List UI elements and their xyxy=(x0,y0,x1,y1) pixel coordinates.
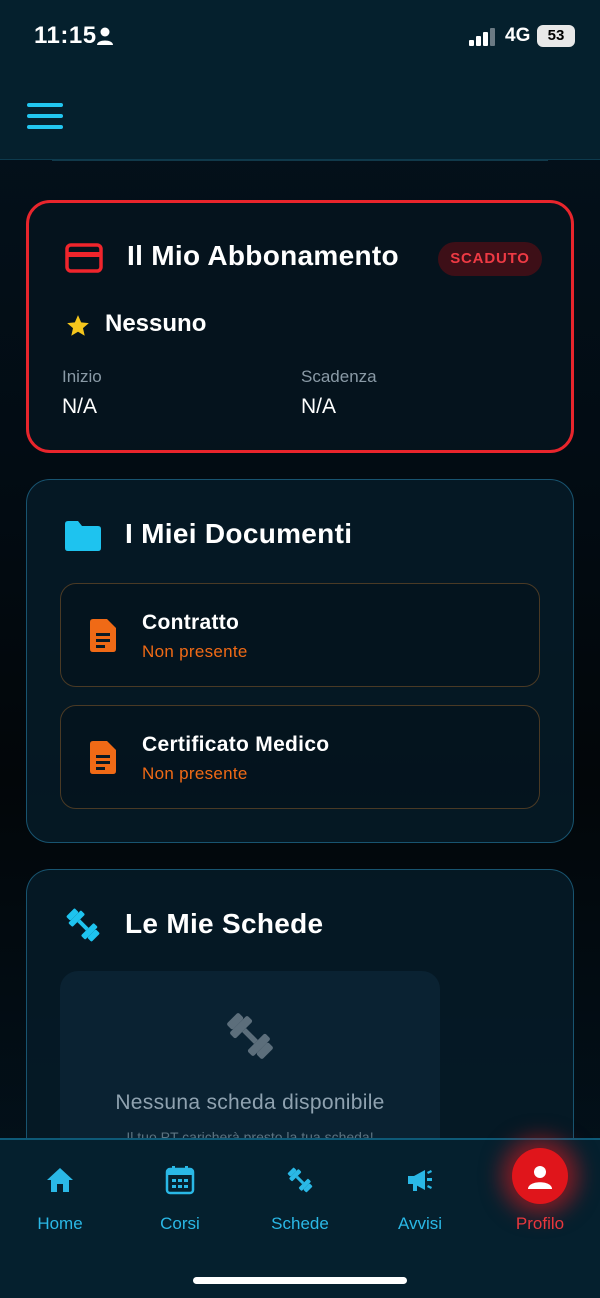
document-status: Non presente xyxy=(142,642,248,661)
dumbbell-icon xyxy=(66,908,100,942)
document-title: Contratto xyxy=(142,611,240,634)
folder-icon xyxy=(65,521,101,551)
documents-title: I Miei Documenti xyxy=(125,518,353,549)
user-icon xyxy=(528,1166,552,1189)
tab-label: Profilo xyxy=(515,1214,565,1233)
calendar-icon xyxy=(165,1166,195,1195)
empty-state-text: Nessuna scheda disponibile xyxy=(115,1091,385,1114)
battery-indicator: 53 xyxy=(537,25,575,47)
dumbbell-icon xyxy=(287,1167,313,1193)
network-type: 4G xyxy=(505,25,531,46)
documents-card: I Miei Documenti Contratto Non presente … xyxy=(26,479,574,843)
start-value: N/A xyxy=(62,395,98,418)
tab-notices[interactable]: Avvisi xyxy=(360,1140,480,1250)
divider xyxy=(52,160,548,161)
plans-card: Le Mie Schede Nessuna scheda disponibile… xyxy=(26,869,574,1171)
end-value: N/A xyxy=(301,395,337,418)
credit-card-icon xyxy=(65,243,103,273)
hamburger-icon xyxy=(27,103,63,107)
home-indicator[interactable] xyxy=(193,1277,407,1284)
tab-label: Schede xyxy=(271,1214,329,1233)
tab-courses[interactable]: Corsi xyxy=(120,1140,240,1250)
document-item-medical-certificate[interactable]: Certificato Medico Non presente xyxy=(60,705,540,809)
subscription-card: Il Mio Abbonamento SCADUTO Nessuno Inizi… xyxy=(26,200,574,453)
signal-icon xyxy=(469,28,495,46)
plans-title: Le Mie Schede xyxy=(125,908,324,939)
document-title: Certificato Medico xyxy=(142,733,330,756)
status-bar: 11:15 4G 53 xyxy=(0,0,600,74)
tab-profile[interactable]: Profilo xyxy=(480,1140,600,1250)
subscription-title: Il Mio Abbonamento xyxy=(127,240,399,271)
status-time: 11:15 xyxy=(34,22,97,49)
dumbbell-icon xyxy=(227,1013,273,1059)
tab-plans[interactable]: Schede xyxy=(240,1140,360,1250)
document-icon xyxy=(90,619,116,652)
bottom-tab-bar: Home Corsi Schede Avvisi Profilo xyxy=(0,1138,600,1298)
tab-home[interactable]: Home xyxy=(0,1140,120,1250)
start-label: Inizio xyxy=(62,367,102,386)
document-status: Non presente xyxy=(142,764,248,783)
plan-name: Nessuno xyxy=(105,310,207,337)
document-item-contract[interactable]: Contratto Non presente xyxy=(60,583,540,687)
star-icon xyxy=(67,315,89,336)
menu-button[interactable] xyxy=(27,103,63,129)
tab-label: Corsi xyxy=(160,1214,200,1233)
document-icon xyxy=(90,741,116,774)
megaphone-icon xyxy=(408,1170,432,1191)
app-header: 11:15 4G 53 xyxy=(0,0,600,160)
status-badge: SCADUTO xyxy=(438,242,542,276)
tab-label: Home xyxy=(37,1214,83,1233)
end-label: Scadenza xyxy=(301,367,377,386)
home-icon xyxy=(47,1168,73,1192)
tab-label: Avvisi xyxy=(397,1214,443,1233)
person-icon xyxy=(97,27,113,45)
